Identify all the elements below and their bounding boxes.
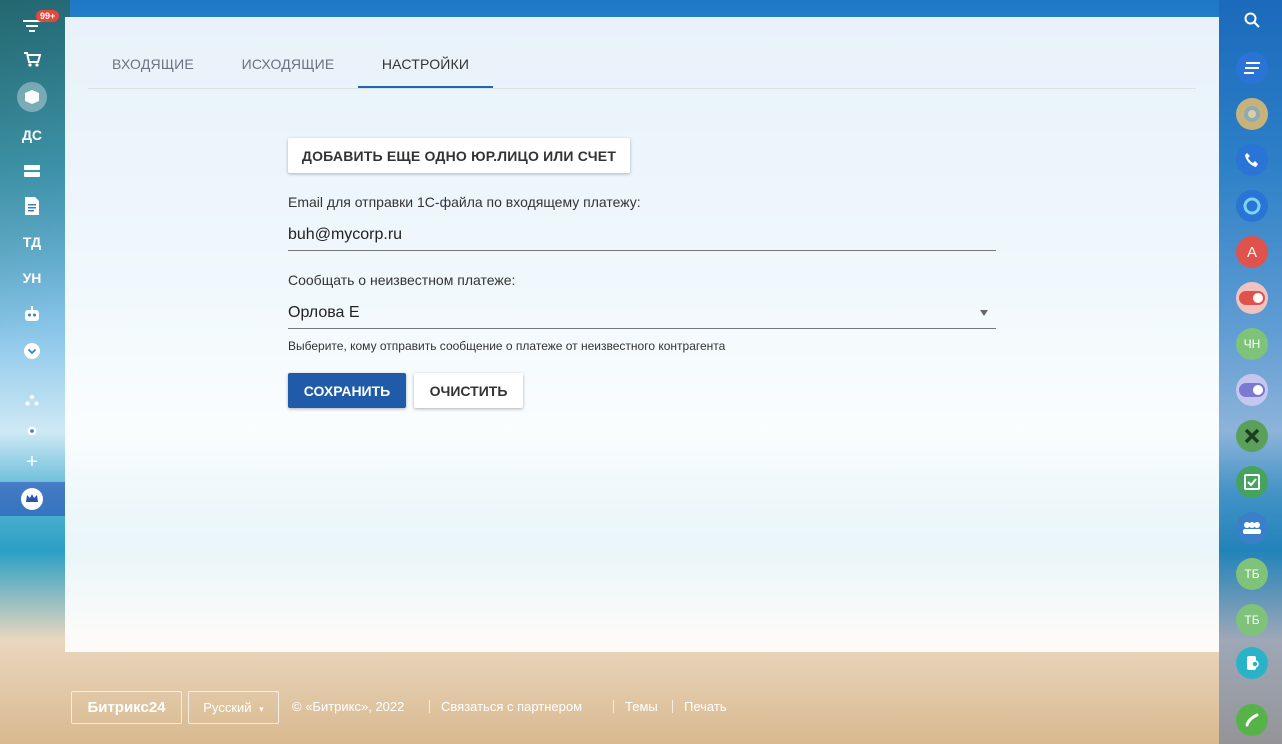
tab-incoming[interactable]: ВХОДЯЩИЕ	[88, 47, 218, 88]
tab-settings[interactable]: НАСТРОЙКИ	[358, 47, 493, 88]
contact-tb-2[interactable]: ТБ	[1236, 604, 1268, 636]
toggle-icon[interactable]	[1236, 282, 1268, 314]
save-button[interactable]: СОХРАНИТЬ	[288, 373, 406, 408]
notify-select-value: Орлова Е	[288, 304, 360, 321]
toggle-icon-secondary[interactable]	[1236, 374, 1268, 406]
dropdown-arrow-icon[interactable]	[980, 310, 988, 316]
sitemap-icon[interactable]	[14, 386, 50, 414]
add-entity-button[interactable]: ДОБАВИТЬ ЕЩЕ ОДНО ЮР.ЛИЦО ИЛИ СЧЕТ	[288, 138, 630, 173]
gear-icon[interactable]	[14, 417, 50, 445]
notify-label: Сообщать о неизвестном платеже:	[288, 272, 516, 288]
feed-icon[interactable]	[1236, 52, 1268, 84]
tab-outgoing[interactable]: ИСХОДЯЩИЕ	[218, 47, 358, 88]
chevron-down-icon[interactable]	[14, 337, 50, 365]
partner-link[interactable]: Связаться с партнером	[441, 691, 582, 722]
search-icon[interactable]	[1236, 4, 1268, 36]
group-icon[interactable]	[1236, 512, 1268, 544]
letter-a-icon[interactable]: А	[1236, 236, 1268, 268]
call-icon[interactable]	[1236, 704, 1268, 736]
footer-divider	[613, 700, 614, 713]
checkbox-icon[interactable]	[1236, 466, 1268, 498]
language-label: Русский	[203, 700, 252, 715]
bitrix-logo[interactable]: Битрикс24	[71, 691, 182, 724]
tab-bar: ВХОДЯЩИЕ ИСХОДЯЩИЕ НАСТРОЙКИ	[88, 47, 1196, 89]
email-field[interactable]	[288, 220, 996, 251]
robot-icon[interactable]	[14, 300, 50, 328]
copyright-text: © «Битрикс», 2022	[292, 699, 405, 714]
circle-icon[interactable]	[1236, 190, 1268, 222]
print-link[interactable]: Печать	[684, 691, 727, 722]
sidebar-item-td[interactable]: ТД	[14, 228, 50, 256]
right-sidebar: А ЧН ТБ ТБ	[1219, 0, 1282, 744]
themes-link[interactable]: Темы	[625, 691, 658, 722]
footer-divider	[672, 700, 673, 713]
avatar-icon[interactable]	[1236, 98, 1268, 130]
footer-divider	[429, 700, 430, 713]
email-input[interactable]	[288, 226, 996, 244]
contact-chn[interactable]: ЧН	[1236, 328, 1268, 360]
crown-icon[interactable]	[14, 485, 50, 513]
clear-button[interactable]: ОЧИСТИТЬ	[414, 373, 523, 408]
notify-hint: Выберите, кому отправить сообщение о пла…	[288, 339, 726, 353]
document-icon[interactable]	[14, 192, 50, 220]
email-label: Email для отправки 1С-файла по входящему…	[288, 194, 641, 210]
plus-icon[interactable]: +	[14, 448, 50, 476]
notify-select[interactable]: Орлова Е	[288, 298, 996, 329]
sidebar-item-un[interactable]: УН	[14, 264, 50, 292]
notification-badge: 99+	[36, 10, 60, 22]
close-x-icon[interactable]	[1236, 420, 1268, 452]
main-panel: ВХОДЯЩИЕ ИСХОДЯЩИЕ НАСТРОЙКИ ДОБАВИТЬ ЕЩ…	[65, 17, 1219, 652]
box-icon[interactable]	[14, 82, 50, 112]
contact-tb-1[interactable]: ТБ	[1236, 558, 1268, 590]
mobile-icon[interactable]	[1236, 647, 1268, 679]
sidebar-item-ds[interactable]: ДС	[14, 121, 50, 149]
language-selector[interactable]: Русский ▾	[188, 691, 279, 724]
chevron-down-icon: ▾	[259, 704, 264, 714]
left-sidebar: 99+ ДС ТД УН +	[0, 0, 65, 744]
phone-icon[interactable]	[1236, 144, 1268, 176]
footer: Битрикс24 Русский ▾ © «Битрикс», 2022 Св…	[71, 691, 771, 724]
cart-icon[interactable]	[14, 46, 50, 74]
inbox-icon[interactable]	[14, 157, 50, 185]
